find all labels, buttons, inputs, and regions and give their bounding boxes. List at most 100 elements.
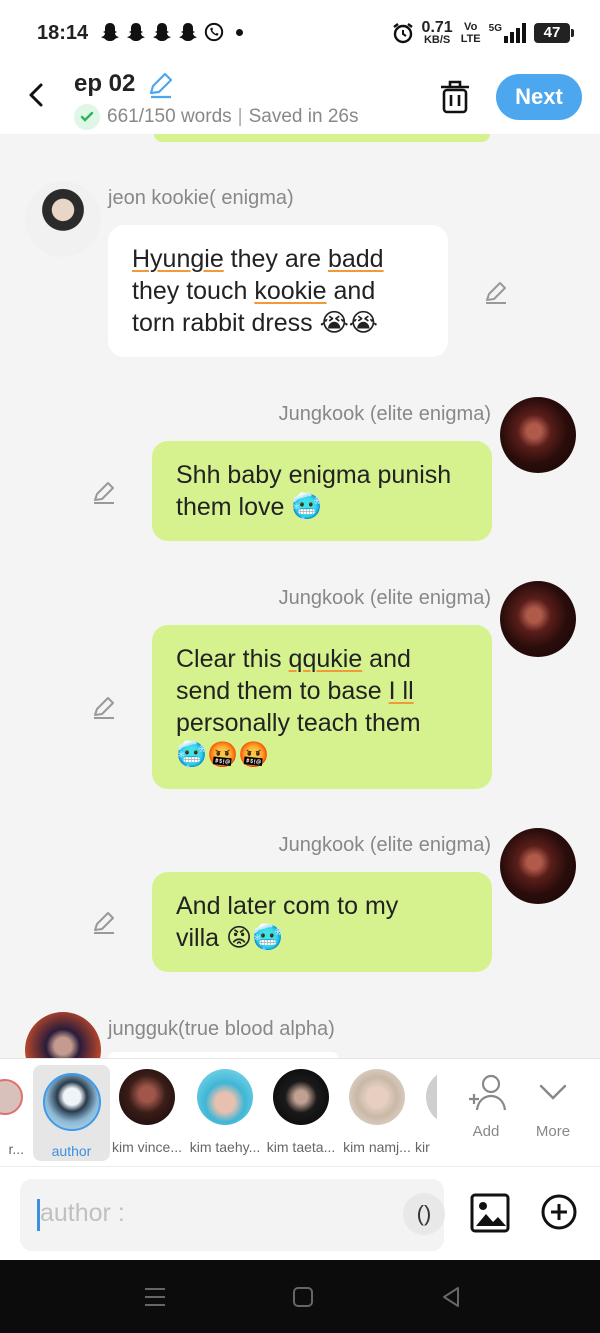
message-line: torn rabbit dress 😭😭 (132, 309, 379, 337)
message-input[interactable]: author : () (20, 1179, 445, 1251)
character-item-author[interactable]: author (33, 1065, 110, 1161)
edit-icon[interactable] (90, 693, 118, 721)
character-avatar (273, 1069, 329, 1125)
character-avatar (0, 1079, 23, 1115)
character-item[interactable]: kim taehy... (186, 1069, 264, 1155)
alarm-icon (392, 23, 413, 44)
character-avatar (349, 1069, 405, 1125)
speaker-name: Jungkook (elite enigma) (278, 834, 491, 856)
action-paren-button[interactable]: () (403, 1193, 445, 1235)
signal-icon (504, 23, 526, 43)
volte-bottom: LTE (460, 33, 481, 45)
episode-title[interactable]: ep 02 (74, 70, 135, 98)
message-bubble[interactable]: And later com to my villa 😡🥶 (152, 872, 492, 972)
plus-circle-icon[interactable] (540, 1193, 578, 1231)
speed-unit: KB/S (423, 34, 451, 46)
snapchat-icon (101, 23, 119, 41)
more-button[interactable]: More (524, 1073, 582, 1140)
character-avatar (197, 1069, 253, 1125)
snapchat-icon (179, 23, 197, 41)
edit-icon[interactable] (482, 278, 510, 306)
word-count: 661/150 words (107, 106, 232, 127)
character-label: kim taehy... (189, 1139, 261, 1155)
underlined-word: qqukie (288, 645, 363, 673)
speaker-name: jungguk(true blood alpha) (108, 1018, 335, 1040)
message-line: villa 😡🥶 (176, 924, 284, 952)
message-line: And later com to my (176, 892, 399, 920)
avatar-jungkook[interactable] (500, 581, 576, 657)
message-bubble[interactable]: Hyungie they are badd they touch kookie … (108, 225, 448, 357)
character-item[interactable]: kim vince... (108, 1069, 186, 1155)
trash-icon[interactable] (438, 79, 472, 115)
message-line: send them to base I ll (176, 677, 414, 705)
character-label: kim vince... (111, 1139, 182, 1155)
compose-bar: author : () (0, 1166, 600, 1260)
message-line: they touch kookie and (132, 277, 376, 305)
underlined-word: Hyungie (132, 245, 224, 273)
message-line: Clear this qqukie and (176, 645, 411, 673)
snapchat-icon (153, 23, 171, 41)
message-line: Hyungie they are badd (132, 245, 384, 273)
image-icon[interactable] (470, 1193, 510, 1233)
character-label: r... (8, 1141, 24, 1157)
next-button[interactable]: Next (496, 74, 582, 120)
volte-top: Vo (464, 21, 478, 33)
snapchat-icon (127, 23, 145, 41)
more-label: More (535, 1123, 571, 1140)
character-avatar (426, 1069, 437, 1125)
system-nav-bar (0, 1260, 600, 1333)
character-label: kir (415, 1139, 430, 1155)
menu-icon[interactable] (144, 1286, 166, 1308)
volte-indicator: Vo LTE (461, 21, 481, 45)
edit-icon[interactable] (90, 908, 118, 936)
message-bubble[interactable]: Clear this qqukie and send them to base … (152, 625, 492, 789)
character-item[interactable]: kim namj... (338, 1069, 416, 1155)
status-time: 18:14 (37, 22, 89, 44)
saved-time: Saved in 26s (248, 106, 359, 127)
status-bar: 18:14 0.71 KB/S Vo LTE 5G 47 (0, 0, 600, 64)
speaker-name: Jungkook (elite enigma) (278, 403, 491, 425)
editor-header: ep 02 661/150 words | Saved in 26s Next (0, 64, 600, 134)
back-triangle-icon[interactable] (440, 1286, 462, 1308)
back-icon[interactable] (22, 80, 52, 110)
character-avatar (42, 1073, 101, 1131)
character-item[interactable]: r... (0, 1069, 24, 1157)
message-line: them love 🥶 (176, 493, 323, 521)
pencil-icon[interactable] (146, 71, 174, 99)
whatsapp-icon (204, 22, 224, 42)
status-right: 0.71 KB/S Vo LTE 5G 47 (392, 19, 574, 46)
avatar-jeon-kookie[interactable] (25, 181, 101, 257)
network-type: 5G (488, 22, 502, 34)
battery-indicator: 47 (534, 23, 574, 43)
underlined-word: badd (327, 245, 384, 273)
message-line: personally teach them (176, 709, 421, 737)
check-icon (74, 104, 100, 130)
speed-value: 0.71 (421, 19, 453, 36)
character-label: author (51, 1143, 92, 1159)
separator: | (237, 106, 243, 127)
add-label: Add (472, 1123, 500, 1140)
notification-icons (100, 21, 243, 43)
character-label: kim taeta... (266, 1139, 336, 1155)
edit-icon[interactable] (90, 478, 118, 506)
character-item[interactable]: kim taeta... (262, 1069, 340, 1155)
chevron-down-icon (539, 1084, 567, 1100)
underlined-word: I ll (388, 677, 414, 705)
message-bubble[interactable]: Shh baby enigma punish them love 🥶 (152, 441, 492, 541)
add-character-button[interactable]: Add (456, 1073, 516, 1140)
avatar-jungkook[interactable] (500, 828, 576, 904)
home-icon[interactable] (292, 1286, 314, 1308)
avatar-jungkook[interactable] (500, 397, 576, 473)
message-line: 🥶🤬🤬 (176, 741, 270, 769)
input-placeholder: author : (40, 1199, 125, 1227)
character-avatar (119, 1069, 175, 1125)
speaker-name: jeon kookie( enigma) (108, 187, 294, 209)
underlined-word: kookie (254, 277, 327, 305)
character-item[interactable]: kir (415, 1069, 437, 1155)
character-label: kim namj... (343, 1139, 411, 1155)
message-line: Shh baby enigma punish (176, 461, 452, 489)
save-status: 661/150 words | Saved in 26s (74, 104, 358, 130)
add-person-icon (469, 1074, 507, 1111)
more-notifications-dot (236, 28, 243, 36)
speaker-name: Jungkook (elite enigma) (278, 587, 491, 609)
